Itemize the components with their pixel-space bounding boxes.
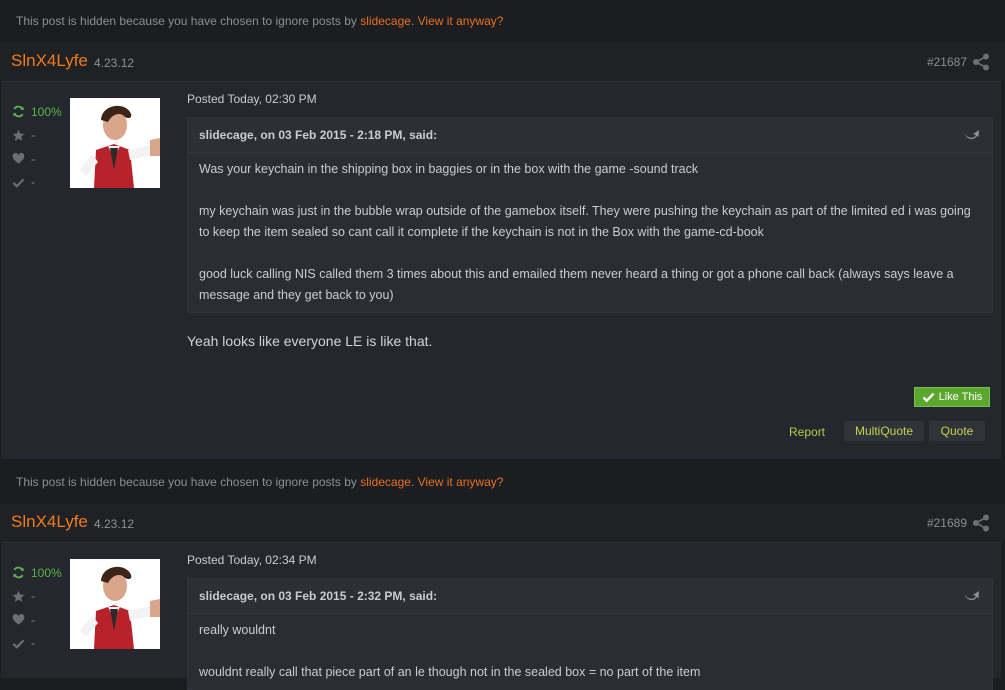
star-icon bbox=[11, 589, 25, 603]
author-join-date: 4.23.12 bbox=[94, 56, 135, 70]
view-anyway-link[interactable]: View it anyway? bbox=[418, 14, 504, 28]
notice-text: This post is hidden because you have cho… bbox=[16, 475, 357, 489]
star-stat: - bbox=[11, 124, 62, 148]
heart-icon bbox=[11, 152, 25, 166]
reputation-stat: 100% bbox=[11, 100, 62, 124]
reputation-value: 100% bbox=[31, 104, 62, 119]
posted-date: Posted Today, 02:34 PM bbox=[187, 553, 317, 567]
reputation-value: 100% bbox=[31, 565, 62, 580]
post-body: 100% - - - bbox=[1, 542, 1001, 690]
ignored-post-notice: This post is hidden because you have cho… bbox=[16, 475, 504, 489]
author-join-date: 4.23.12 bbox=[94, 517, 135, 531]
post-body: 100% - - - bbox=[1, 81, 1001, 459]
avatar[interactable] bbox=[70, 559, 160, 649]
ignored-user-link[interactable]: slidecage bbox=[360, 14, 411, 28]
notice-text: This post is hidden because you have cho… bbox=[16, 14, 357, 28]
report-link[interactable]: Report bbox=[789, 425, 825, 439]
quote-text: Was your keychain in the shipping box in… bbox=[188, 153, 992, 312]
check-value: - bbox=[31, 636, 35, 651]
author-name[interactable]: SlnX4Lyfe bbox=[11, 51, 88, 71]
post-number[interactable]: #21687 bbox=[927, 55, 967, 69]
ignored-user-link[interactable]: slidecage bbox=[360, 475, 411, 489]
avatar[interactable] bbox=[70, 98, 160, 188]
post-author-bar: SlnX4Lyfe 4.23.12 #21687 bbox=[0, 43, 1005, 81]
quote-citation: slidecage, on 03 Feb 2015 - 2:18 PM, sai… bbox=[199, 128, 438, 142]
share-icon[interactable] bbox=[972, 53, 990, 71]
view-quoted-post-icon[interactable] bbox=[962, 128, 980, 142]
author-stats: 100% - - - bbox=[11, 561, 62, 655]
check-stat: - bbox=[11, 632, 62, 656]
star-stat: - bbox=[11, 585, 62, 609]
check-icon bbox=[11, 636, 25, 650]
quote-header: slidecage, on 03 Feb 2015 - 2:18 PM, sai… bbox=[188, 118, 992, 153]
ignored-post-notice: This post is hidden because you have cho… bbox=[16, 14, 504, 28]
heart-stat: - bbox=[11, 608, 62, 632]
check-value: - bbox=[31, 175, 35, 190]
quote-block: slidecage, on 03 Feb 2015 - 2:32 PM, sai… bbox=[187, 578, 993, 690]
like-label: Like This bbox=[938, 391, 983, 403]
refresh-icon bbox=[11, 566, 25, 580]
heart-icon bbox=[11, 613, 25, 627]
quote-paragraph: my keychain was just in the bubble wrap … bbox=[199, 204, 971, 239]
heart-value: - bbox=[31, 151, 35, 166]
quote-paragraph: good luck calling NIS called them 3 time… bbox=[199, 267, 954, 302]
star-icon bbox=[11, 128, 25, 142]
like-button[interactable]: Like This bbox=[914, 387, 990, 407]
multiquote-button[interactable]: MultiQuote bbox=[844, 421, 924, 441]
share-icon[interactable] bbox=[972, 514, 990, 532]
quote-text: really wouldnt wouldnt really call that … bbox=[188, 614, 992, 689]
post-content: Yeah looks like everyone LE is like that… bbox=[187, 333, 433, 349]
post-author-bar: SlnX4Lyfe 4.23.12 #21689 bbox=[0, 504, 1005, 542]
quote-paragraph: really wouldnt bbox=[199, 623, 276, 637]
quote-paragraph: Was your keychain in the shipping box in… bbox=[199, 162, 699, 176]
quote-block: slidecage, on 03 Feb 2015 - 2:18 PM, sai… bbox=[187, 117, 993, 313]
quote-button[interactable]: Quote bbox=[929, 421, 985, 441]
avatar-image bbox=[70, 559, 160, 649]
reputation-stat: 100% bbox=[11, 561, 62, 585]
star-value: - bbox=[31, 128, 35, 143]
quote-citation: slidecage, on 03 Feb 2015 - 2:32 PM, sai… bbox=[199, 589, 438, 603]
posted-date: Posted Today, 02:30 PM bbox=[187, 92, 317, 106]
post-number[interactable]: #21689 bbox=[927, 516, 967, 530]
view-quoted-post-icon[interactable] bbox=[962, 589, 980, 603]
check-icon bbox=[11, 175, 25, 189]
heart-value: - bbox=[31, 612, 35, 627]
check-stat: - bbox=[11, 171, 62, 195]
view-anyway-link[interactable]: View it anyway? bbox=[418, 475, 504, 489]
quote-paragraph: wouldnt really call that piece part of a… bbox=[199, 665, 701, 679]
avatar-image bbox=[70, 98, 160, 188]
check-icon bbox=[922, 392, 934, 402]
refresh-icon bbox=[11, 105, 25, 119]
quote-header: slidecage, on 03 Feb 2015 - 2:32 PM, sai… bbox=[188, 579, 992, 614]
heart-stat: - bbox=[11, 147, 62, 171]
author-stats: 100% - - - bbox=[11, 100, 62, 194]
star-value: - bbox=[31, 589, 35, 604]
author-name[interactable]: SlnX4Lyfe bbox=[11, 512, 88, 532]
